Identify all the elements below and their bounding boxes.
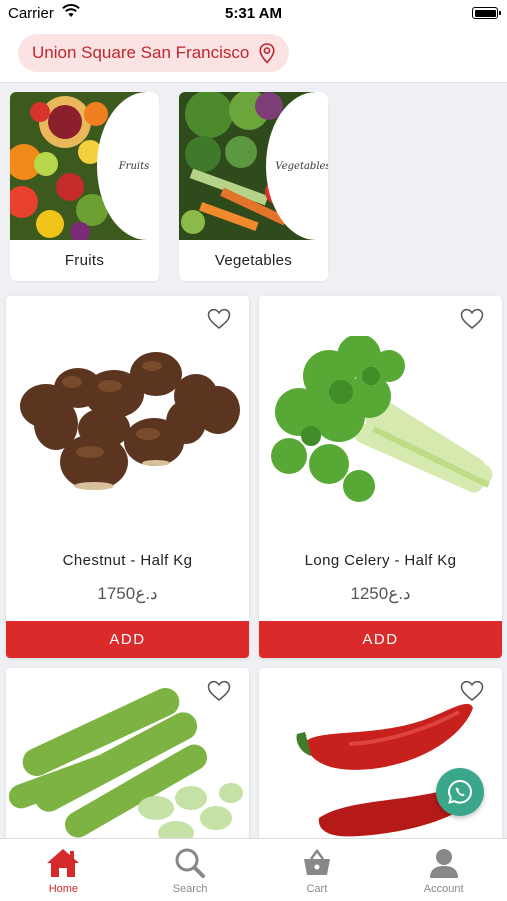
category-card-fruits[interactable]: Fruits Fruits xyxy=(10,92,159,281)
map-pin-icon xyxy=(259,42,275,64)
battery-icon xyxy=(472,7,501,19)
home-icon xyxy=(47,849,80,877)
search-icon xyxy=(175,848,206,878)
product-card-long-celery[interactable]: Long Celery - Half Kg 1250د.ع ADD xyxy=(259,296,502,658)
product-price: 1750د.ع xyxy=(97,584,158,603)
product-card-red-pepper[interactable] xyxy=(259,668,502,848)
category-label: Fruits xyxy=(64,252,105,269)
tab-label: Cart xyxy=(306,883,328,895)
location-label: Union Square San Francisco xyxy=(32,43,250,62)
clock: 5:31 AM xyxy=(225,5,282,22)
add-to-cart-button[interactable]: ADD xyxy=(259,621,502,658)
tab-account[interactable]: Account xyxy=(380,839,507,901)
category-label: Vegetables xyxy=(214,252,293,269)
broad-beans-image xyxy=(8,687,243,845)
whatsapp-icon xyxy=(447,779,473,804)
heart-icon[interactable] xyxy=(207,308,231,330)
tab-label: Home xyxy=(48,883,79,895)
tab-search[interactable]: Search xyxy=(127,839,254,901)
tab-label: Account xyxy=(423,883,464,895)
red-pepper-image xyxy=(296,703,478,837)
bottom-tab-bar: Home Search Cart Account xyxy=(0,838,507,901)
category-list: Fruits Fruits Vegetables Vegetables xyxy=(10,92,328,281)
celery-image xyxy=(271,336,493,502)
header: Union Square San Francisco xyxy=(0,28,507,83)
account-icon xyxy=(429,849,458,878)
status-bar: Carrier 5:31 AM xyxy=(0,0,507,28)
product-name: Chestnut - Half Kg xyxy=(62,552,193,569)
product-card-broad-beans[interactable] xyxy=(6,668,249,848)
tab-label: Search xyxy=(172,883,208,895)
cart-icon xyxy=(303,848,330,875)
chestnut-image xyxy=(20,352,240,490)
add-to-cart-button[interactable]: ADD xyxy=(6,621,249,658)
location-selector[interactable]: Union Square San Francisco xyxy=(18,34,290,72)
product-price: 1250د.ع xyxy=(350,584,411,603)
tab-home[interactable]: Home xyxy=(0,839,127,901)
product-card-chestnut[interactable]: Chestnut - Half Kg 1750د.ع ADD xyxy=(6,296,249,658)
heart-icon[interactable] xyxy=(460,308,484,330)
whatsapp-chat-button[interactable] xyxy=(436,768,484,816)
product-name: Long Celery - Half Kg xyxy=(304,552,457,569)
tab-cart[interactable]: Cart xyxy=(254,839,381,901)
category-card-vegetables[interactable]: Vegetables Vegetables xyxy=(179,92,328,281)
